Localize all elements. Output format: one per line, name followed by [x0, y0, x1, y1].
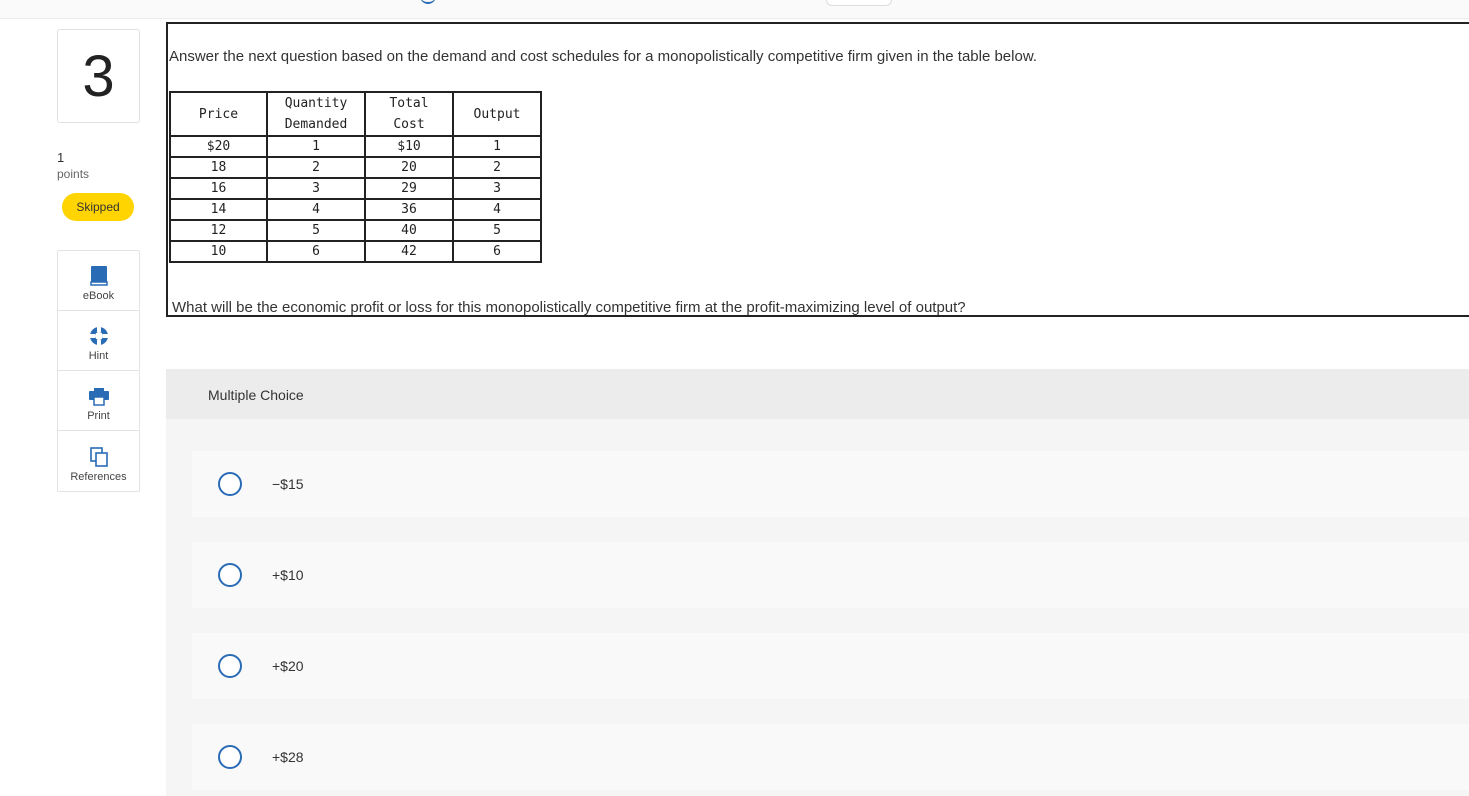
table-cell: 6: [452, 240, 542, 263]
top-nav-indicator: [420, 0, 436, 4]
question-number: 3: [57, 29, 140, 123]
radio-button[interactable]: [218, 472, 242, 496]
ebook-button[interactable]: eBook: [58, 251, 139, 311]
table-cell: 42: [364, 240, 454, 263]
header-price: Price: [169, 91, 268, 137]
table-cell: 1: [452, 135, 542, 158]
table-cell: 14: [169, 198, 268, 221]
multiple-choice-title: Multiple Choice: [208, 387, 304, 403]
top-nav-pill[interactable]: [826, 0, 892, 6]
radio-button[interactable]: [218, 563, 242, 587]
table-cell: $10: [364, 135, 454, 158]
table-cell: 29: [364, 177, 454, 200]
table-row: $20 1 $10 1: [169, 135, 542, 158]
top-bar: [0, 0, 1469, 19]
multiple-choice-panel: Multiple Choice −$15 +$10 +$20 +$28: [166, 369, 1469, 796]
table-row: 14 4 36 4: [169, 198, 542, 221]
header-output: Output: [452, 91, 542, 137]
table-cell: 5: [266, 219, 366, 242]
answer-option[interactable]: +$10: [192, 542, 1469, 608]
table-header-row: Price Quantity Demanded Total Cost Output: [169, 91, 542, 137]
table-row: 10 6 42 6: [169, 240, 542, 263]
table-cell: 20: [364, 156, 454, 179]
table-cell: 2: [266, 156, 366, 179]
print-button[interactable]: Print: [58, 371, 139, 431]
answer-option[interactable]: +$28: [192, 724, 1469, 790]
table-cell: 4: [452, 198, 542, 221]
question-box: Answer the next question based on the de…: [166, 22, 1469, 317]
answer-option-label: +$28: [272, 749, 304, 765]
schedule-table: Price Quantity Demanded Total Cost Output …: [169, 91, 542, 263]
references-label: References: [70, 471, 127, 483]
radio-button[interactable]: [218, 654, 242, 678]
answer-option-label: +$10: [272, 567, 304, 583]
tools-panel: eBook Hint Print References: [57, 250, 140, 492]
answer-option-label: +$20: [272, 658, 304, 674]
table-cell: 3: [452, 177, 542, 200]
answer-option-label: −$15: [272, 476, 304, 492]
multiple-choice-header: Multiple Choice: [166, 369, 1469, 419]
table-cell: 6: [266, 240, 366, 263]
hint-button[interactable]: Hint: [58, 311, 139, 371]
table-cell: 16: [169, 177, 268, 200]
printer-icon: [88, 388, 109, 406]
points-value: 1: [57, 150, 65, 165]
radio-button[interactable]: [218, 745, 242, 769]
header-total-cost: Total Cost: [364, 91, 454, 137]
table-row: 16 3 29 3: [169, 177, 542, 200]
copy-icon: [89, 447, 108, 467]
table-cell: 2: [452, 156, 542, 179]
table-cell: $20: [169, 135, 268, 158]
book-icon: [89, 266, 108, 286]
table-cell: 40: [364, 219, 454, 242]
references-button[interactable]: References: [58, 431, 139, 491]
table-cell: 3: [266, 177, 366, 200]
print-label: Print: [87, 410, 110, 422]
table-cell: 5: [452, 219, 542, 242]
question-intro: Answer the next question based on the de…: [169, 48, 1038, 65]
status-badge: Skipped: [62, 193, 134, 221]
lifebuoy-icon: [89, 327, 108, 345]
table-cell: 10: [169, 240, 268, 263]
header-quantity-demanded: Quantity Demanded: [266, 91, 366, 137]
table-cell: 1: [266, 135, 366, 158]
table-row: 18 2 20 2: [169, 156, 542, 179]
table-row: 12 5 40 5: [169, 219, 542, 242]
table-cell: 4: [266, 198, 366, 221]
points-label: points: [57, 167, 90, 181]
ebook-label: eBook: [82, 290, 115, 302]
question-prompt: What will be the economic profit or loss…: [172, 299, 966, 316]
table-cell: 18: [169, 156, 268, 179]
table-cell: 36: [364, 198, 454, 221]
hint-label: Hint: [88, 350, 109, 362]
answer-option[interactable]: −$15: [192, 451, 1469, 517]
table-cell: 12: [169, 219, 268, 242]
answer-option[interactable]: +$20: [192, 633, 1469, 699]
